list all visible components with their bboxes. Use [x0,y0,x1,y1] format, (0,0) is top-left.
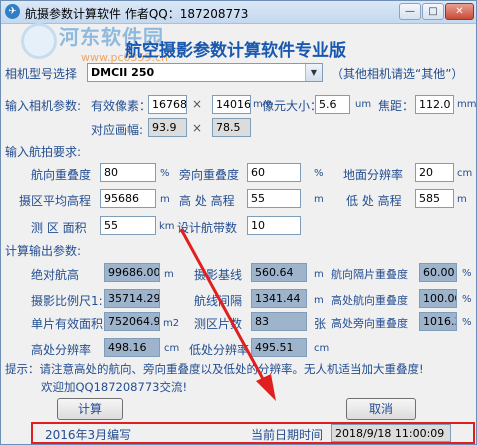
high-fwd2-value: 100.00 [419,289,457,308]
forward-overlap-input[interactable]: 80 [100,163,156,182]
main-window: ✈ 航摄参数计算软件 作者QQ：187208773 — □ ✕ 河东软件园 ww… [0,0,477,445]
area-unit: km [159,221,175,232]
pixel-size-input[interactable]: 5.6 [315,95,350,114]
high-gsd-unit: cm [164,343,180,354]
high-forward-unit: % [462,268,472,279]
focal-input[interactable]: 112.0 [415,95,454,114]
forward-overlap-label: 航向重叠度 [31,168,92,182]
camera-note: （其他相机请选“其他”） [331,67,464,81]
strip-spacing-unit: m [314,295,324,306]
avg-elev-input[interactable]: 95686 [100,189,156,208]
maximize-button[interactable]: □ [422,3,444,20]
minimize-button[interactable]: — [399,3,421,20]
datetime-label: 当前日期时间 [251,428,324,442]
high-gsd-value: 498.16 [104,338,160,357]
high-elev-unit: m [314,194,324,205]
scale-value: 35714.29 [104,289,160,308]
high-fwd2-unit: % [462,294,472,305]
output-section: 计算输出参数: [5,244,82,258]
datetime-field: 2018/9/18 11:00:09 [331,424,451,442]
status-bar: 2016年3月编写 当前日期时间 2018/9/18 11:00:09 [31,422,475,444]
avg-elev-label: 摄区平均高程 [19,194,92,208]
camera-model-select[interactable]: DMCII 250 ▼ [87,63,323,82]
focal-unit: mm [457,99,477,110]
low-gsd-unit: cm [314,343,330,354]
forward-overlap-unit: % [160,168,170,179]
low-elev-unit: m [457,194,467,205]
photo-count-value: 83 [251,312,307,331]
abs-height-label: 绝对航高 [31,268,80,282]
camera-model-label: 相机型号选择 [5,67,78,81]
high-side-value: 1016.3 [419,312,457,331]
scale-label: 摄影比例尺1: [31,294,103,308]
high-fwd2-label: 高处航向重叠度 [331,294,408,307]
low-elev-label: 低 处 高程 [346,194,402,208]
low-gsd-label: 低处分辨率 [189,343,250,357]
strips-input[interactable]: 10 [247,216,301,235]
area-label: 测 区 面积 [31,221,87,235]
strips-label: 设计航带数 [177,221,238,235]
baseline-unit: m [314,269,324,280]
strip-spacing-value: 1341.44 [251,289,307,308]
page-title: 航空摄影参数计算软件专业版 [125,41,346,61]
avg-elev-unit: m [160,194,170,205]
strip-spacing-label: 航线间隔 [194,294,243,308]
side-overlap-input[interactable]: 60 [247,163,301,182]
side-overlap-unit: % [314,168,324,179]
high-side-unit: % [462,317,472,328]
times-sign: × [192,97,203,111]
side-overlap-label: 旁向重叠度 [179,168,240,182]
cancel-button[interactable]: 取消 [346,398,416,420]
photo-count-label: 测区片数 [194,317,243,331]
window-title: 航摄参数计算软件 作者QQ：187208773 [25,7,249,21]
high-side-label: 高处旁向重叠度 [331,317,408,330]
pixel-size-label: 像元大小： [262,99,323,113]
times-sign: × [192,121,203,135]
high-elev-label: 高 处 高程 [179,194,235,208]
high-forward-label: 航向隔片重叠度 [331,268,408,281]
abs-height-unit: m [164,269,174,280]
baseline-label: 摄影基线 [194,268,243,282]
high-gsd-label: 高处分辨率 [31,343,92,357]
gsd-input[interactable]: 20 [415,163,454,182]
app-icon: ✈ [5,4,20,19]
photo-count-unit: 张 [314,317,327,331]
area-input[interactable]: 55 [100,216,156,235]
hint-contact: 欢迎加QQ187208773交流! [41,380,188,394]
frame-height-field: 78.5 [212,118,251,137]
hint-text: 提示：请注意高处的航向、旁向重叠度以及低处的分辨率。无人机适当加大重叠度! [5,362,424,376]
camera-params-section: 输入相机参数: [5,99,82,113]
high-elev-input[interactable]: 55 [247,189,301,208]
frame-width-field: 93.9 [148,118,187,137]
camera-model-value: DMCII 250 [91,66,155,79]
low-elev-input[interactable]: 585 [415,189,454,208]
chevron-down-icon[interactable]: ▼ [305,64,322,81]
abs-height-value: 99686.00 [104,263,160,282]
watermark-logo-icon [21,23,57,59]
gsd-unit: cm [457,168,473,179]
pixels-label: 有效像素： [91,99,152,113]
low-gsd-value: 495.51 [251,338,307,357]
photo-area-label: 单片有效面积 [31,317,104,331]
focal-label: 焦距： [378,99,415,113]
photo-area-value: 752064.92 [104,312,160,331]
high-forward-value: 60.00 [419,263,457,282]
close-button[interactable]: ✕ [445,3,474,20]
pixels-height-input[interactable]: 14016 [212,95,251,114]
pixels-width-input[interactable]: 16768 [148,95,187,114]
pixel-size-unit: um [355,99,372,110]
version-text: 2016年3月编写 [45,428,132,442]
gsd-label: 地面分辨率 [343,168,404,182]
calculate-button[interactable]: 计算 [57,398,123,420]
frame-label: 对应画幅: [91,123,144,137]
photo-area-unit: m2 [163,318,180,329]
baseline-value: 560.64 [251,263,307,282]
flight-req-section: 输入航拍要求: [5,145,82,159]
